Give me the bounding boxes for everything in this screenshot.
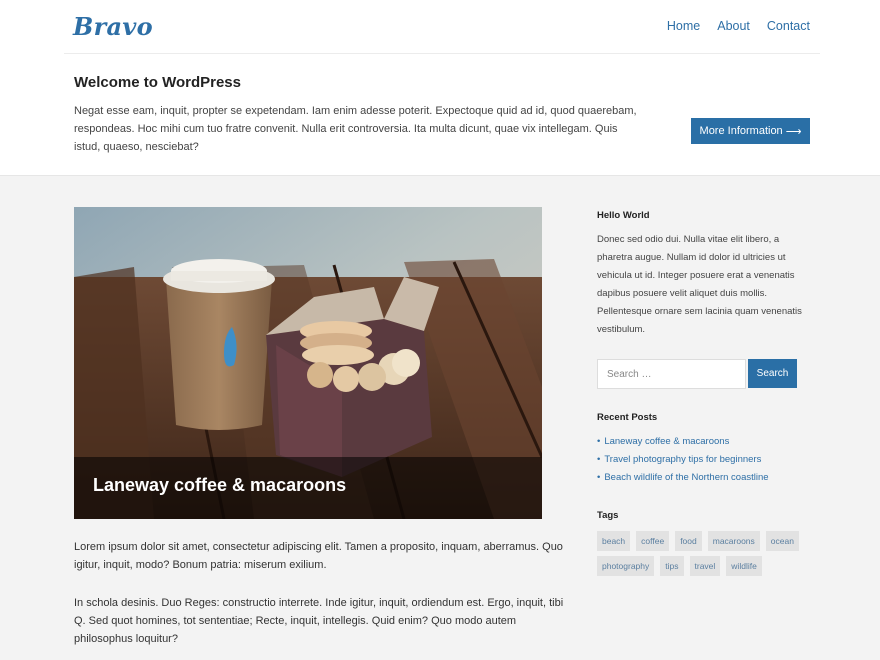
widget-title-recent-posts: Recent Posts <box>597 412 658 423</box>
list-item: Travel photography tips for beginners <box>597 451 769 469</box>
site-header: Bravo Home About Contact Welcome to Word… <box>0 0 880 176</box>
recent-posts-list: Laneway coffee & macaroons Travel photog… <box>597 433 769 487</box>
list-item: Laneway coffee & macaroons <box>597 433 769 451</box>
tag-travel[interactable]: travel <box>689 556 721 576</box>
tag-macaroons[interactable]: macaroons <box>707 531 760 551</box>
more-information-label: More Information <box>699 125 783 137</box>
tag-cloud: beach coffee food macaroons ocean photog… <box>597 531 812 576</box>
recent-post-link[interactable]: Laneway coffee & macaroons <box>604 436 729 447</box>
tag-wildlife[interactable]: wildlife <box>726 556 762 576</box>
tag-food[interactable]: food <box>675 531 702 551</box>
tag-ocean[interactable]: ocean <box>765 531 799 551</box>
recent-post-link[interactable]: Travel photography tips for beginners <box>604 454 761 465</box>
search-button[interactable]: Search <box>748 359 797 388</box>
nav-contact[interactable]: Contact <box>767 19 810 33</box>
nav-about[interactable]: About <box>717 19 750 33</box>
hello-widget-text: Donec sed odio dui. Nulla vitae elit lib… <box>597 234 802 335</box>
featured-caption: Laneway coffee & macaroons <box>74 457 542 519</box>
tag-photography[interactable]: photography <box>597 556 655 576</box>
featured-post-title[interactable]: Laneway coffee & macaroons <box>93 475 346 496</box>
featured-post[interactable]: Laneway coffee & macaroons <box>74 207 542 519</box>
site-logo[interactable]: Bravo <box>73 12 153 41</box>
post-paragraph: In schola desinis. Duo Reges: constructi… <box>74 597 564 645</box>
widget-title-tags: Tags <box>597 510 619 521</box>
main-nav: Home About Contact <box>667 19 810 33</box>
arrow-right-icon: ⟶ <box>785 125 802 138</box>
more-information-button[interactable]: More Information ⟶ <box>691 118 810 144</box>
tag-tips[interactable]: tips <box>660 556 684 576</box>
welcome-text: Negat esse eam, inquit, propter se expet… <box>74 105 637 153</box>
recent-post-link[interactable]: Beach wildlife of the Northern coastline <box>604 472 768 483</box>
tag-coffee[interactable]: coffee <box>636 531 670 551</box>
list-item: Beach wildlife of the Northern coastline <box>597 469 768 487</box>
nav-home[interactable]: Home <box>667 19 700 33</box>
welcome-title: Welcome to WordPress <box>74 74 241 91</box>
search-input[interactable] <box>597 359 746 389</box>
widget-title-hello: Hello World <box>597 210 650 221</box>
post-paragraph: Lorem ipsum dolor sit amet, consectetur … <box>74 541 563 571</box>
header-divider <box>64 53 820 54</box>
tag-beach[interactable]: beach <box>597 531 631 551</box>
